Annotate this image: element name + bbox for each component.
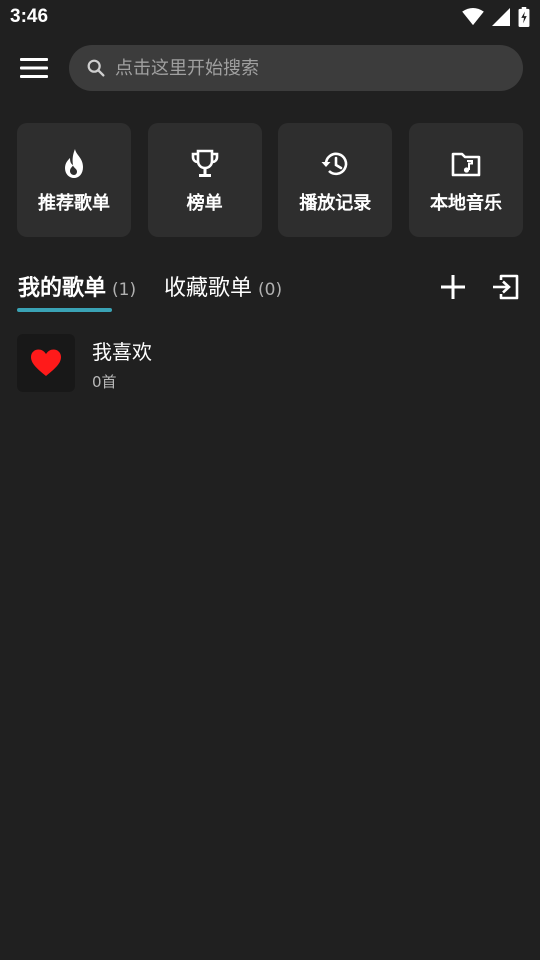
tab-indicator — [17, 308, 112, 312]
tab-my-playlists[interactable]: 我的歌单 (1) — [18, 270, 136, 302]
quick-action-local-music[interactable]: 本地音乐 — [408, 123, 523, 237]
playlist-song-count: 0首 — [92, 373, 117, 391]
status-bar: 3:46 — [0, 0, 540, 36]
app-bar — [0, 44, 540, 92]
menu-button[interactable] — [16, 50, 52, 86]
fire-icon — [65, 149, 83, 178]
signal-icon — [492, 8, 510, 26]
quick-action-play-history[interactable]: 播放记录 — [278, 123, 393, 237]
tab-collected-playlists[interactable]: 收藏歌单 (0) — [164, 270, 282, 302]
add-playlist-button[interactable] — [436, 270, 470, 304]
trophy-icon — [191, 149, 218, 177]
history-icon — [321, 152, 348, 176]
import-playlist-button[interactable] — [488, 270, 522, 304]
tab-count: (1) — [112, 280, 137, 300]
playlist-cover — [17, 334, 75, 392]
search-input[interactable] — [115, 57, 523, 79]
quick-action-label: 推荐歌单 — [38, 193, 110, 214]
status-time: 3:46 — [10, 6, 49, 27]
quick-actions: 推荐歌单 榜单 播放记录 本地音乐 — [17, 123, 523, 237]
music-folder-icon — [451, 152, 481, 177]
tab-label: 收藏歌单 — [164, 276, 253, 301]
quick-action-charts[interactable]: 榜单 — [147, 123, 262, 237]
playlist-title: 我喜欢 — [92, 340, 152, 364]
playlist-item[interactable]: 我喜欢 0首 — [17, 334, 523, 392]
search-bar[interactable] — [69, 45, 523, 91]
wifi-icon — [462, 8, 484, 26]
battery-icon — [518, 7, 530, 27]
search-icon — [87, 59, 105, 77]
quick-action-label: 播放记录 — [299, 193, 372, 214]
quick-action-recommended-playlists[interactable]: 推荐歌单 — [17, 123, 131, 237]
hamburger-menu-icon — [20, 58, 48, 78]
import-icon — [493, 274, 519, 300]
playlist-tabs: 我的歌单 (1) 收藏歌单 (0) — [0, 262, 540, 314]
quick-action-label: 本地音乐 — [429, 193, 502, 214]
status-icons — [462, 7, 530, 27]
quick-action-label: 榜单 — [186, 193, 223, 214]
heart-icon — [31, 349, 61, 376]
tab-count: (0) — [258, 280, 283, 300]
plus-icon — [441, 275, 465, 299]
tab-label: 我的歌单 — [18, 276, 107, 301]
